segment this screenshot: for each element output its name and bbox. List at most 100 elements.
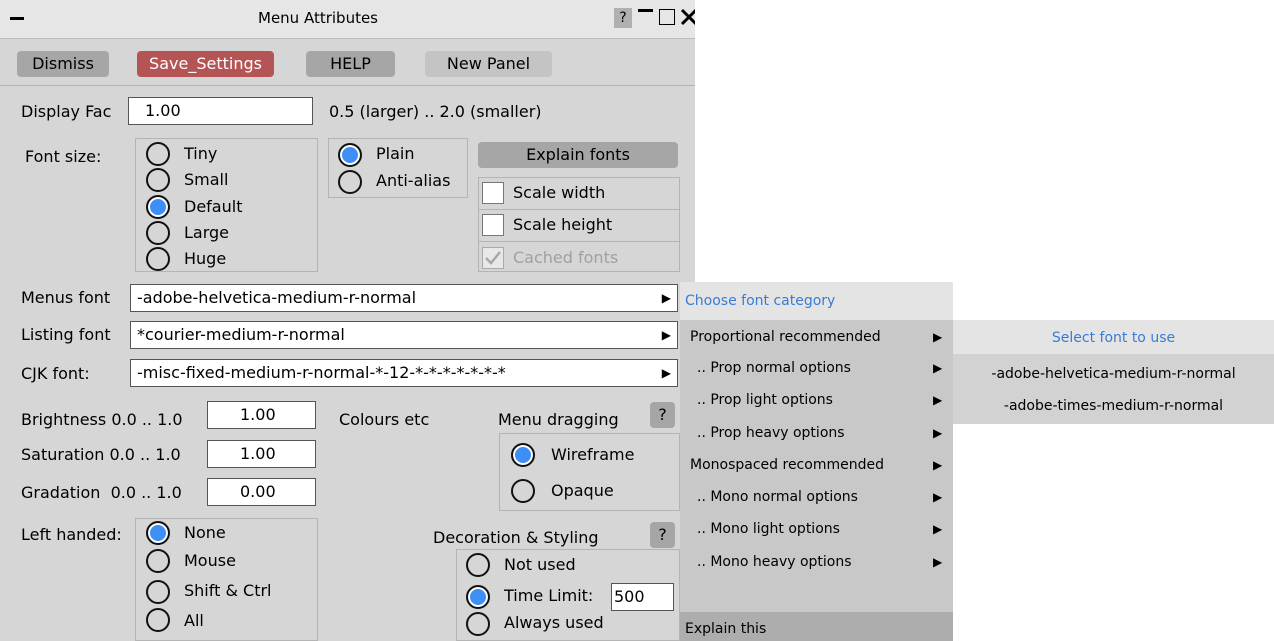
menus-font-field[interactable]: -adobe-helvetica-medium-r-normal ▶ (130, 284, 678, 312)
left-handed-none-label: None (184, 523, 226, 542)
font-size-tiny-radio[interactable] (146, 142, 170, 166)
colours-etc-label: Colours etc (339, 410, 430, 429)
font-option-helvetica[interactable]: -adobe-helvetica-medium-r-normal (953, 366, 1274, 382)
close-icon[interactable] (680, 8, 695, 26)
font-size-large-radio[interactable] (146, 221, 170, 245)
dismiss-button[interactable]: Dismiss (17, 51, 109, 77)
category-item-prop-light[interactable]: .. Prop light options (697, 392, 833, 408)
left-handed-mouse-radio[interactable] (146, 549, 170, 573)
category-item-mono-light[interactable]: .. Mono light options (697, 521, 840, 537)
display-factor-label: Display Fac (21, 102, 112, 121)
gradation-input[interactable]: 0.00 (207, 478, 316, 506)
font-size-small-radio[interactable] (146, 168, 170, 192)
decoration-not-used-radio[interactable] (466, 553, 490, 577)
category-item-prop-heavy[interactable]: .. Prop heavy options (697, 425, 845, 441)
category-item-mono-heavy[interactable]: .. Mono heavy options (697, 554, 852, 570)
brightness-input[interactable]: 1.00 (207, 401, 316, 429)
scale-width-label: Scale width (513, 183, 606, 202)
saturation-input[interactable]: 1.00 (207, 440, 316, 468)
cached-fonts-checkbox (482, 247, 504, 269)
save-settings-button[interactable]: Save_Settings (137, 51, 274, 77)
submenu-arrow-icon: ▶ (933, 490, 943, 504)
render-antialias-label: Anti-alias (376, 171, 451, 190)
left-handed-none-radio[interactable] (146, 521, 170, 545)
render-plain-radio[interactable] (338, 143, 362, 167)
font-select-menu: Select font to use -adobe-helvetica-medi… (953, 320, 1274, 424)
cjk-font-field[interactable]: -misc-fixed-medium-r-normal-*-12-*-*-*-*… (130, 359, 678, 387)
submenu-arrow-icon: ▶ (933, 555, 943, 569)
checkmark-icon (485, 251, 501, 265)
font-category-menu: Choose font category Proportional recomm… (680, 282, 953, 641)
cached-fonts-label: Cached fonts (513, 248, 619, 267)
decoration-always-used-label: Always used (504, 613, 604, 632)
scale-height-checkbox[interactable] (482, 214, 504, 236)
font-option-times[interactable]: -adobe-times-medium-r-normal (953, 398, 1274, 414)
explain-fonts-button[interactable]: Explain fonts (478, 142, 678, 168)
left-handed-mouse-label: Mouse (184, 551, 236, 570)
wireframe-radio[interactable] (511, 443, 535, 467)
opaque-label: Opaque (551, 481, 614, 500)
left-handed-label: Left handed: (21, 525, 122, 544)
category-item-prop-normal[interactable]: .. Prop normal options (697, 360, 851, 376)
listing-font-arrow-icon: ▶ (661, 328, 671, 342)
wireframe-label: Wireframe (551, 445, 635, 464)
category-menu-title: Choose font category (685, 293, 836, 309)
category-item-mono-normal[interactable]: .. Mono normal options (697, 489, 858, 505)
decoration-always-used-radio[interactable] (466, 612, 490, 636)
explain-this-label[interactable]: Explain this (685, 621, 766, 637)
scale-width-checkbox[interactable] (482, 182, 504, 204)
render-antialias-radio[interactable] (338, 170, 362, 194)
saturation-label: Saturation 0.0 .. 1.0 (21, 445, 181, 464)
decoration-label: Decoration & Styling (433, 528, 599, 547)
cjk-font-value: -misc-fixed-medium-r-normal-*-12-*-*-*-*… (137, 363, 506, 382)
category-item-monospaced[interactable]: Monospaced recommended (690, 457, 884, 473)
font-size-huge-label: Huge (184, 249, 227, 268)
left-handed-shift-ctrl-label: Shift & Ctrl (184, 581, 272, 600)
help-button[interactable]: HELP (306, 51, 395, 77)
display-factor-input[interactable]: 1.00 (128, 97, 313, 125)
listing-font-value: *courier-medium-r-normal (137, 325, 345, 344)
menu-dragging-help-button[interactable]: ? (650, 402, 675, 428)
font-menu-title: Select font to use (1051, 330, 1176, 346)
category-item-proportional[interactable]: Proportional recommended (690, 329, 881, 345)
listing-font-field[interactable]: *courier-medium-r-normal ▶ (130, 321, 678, 349)
menu-attributes-panel: Menu Attributes ? Dismiss Save_Settings … (0, 0, 695, 641)
decoration-not-used-label: Not used (504, 555, 576, 574)
display-factor-hint: 0.5 (larger) .. 2.0 (smaller) (329, 102, 542, 121)
font-size-small-label: Small (184, 170, 229, 189)
submenu-arrow-icon: ▶ (933, 458, 943, 472)
opaque-radio[interactable] (511, 479, 535, 503)
decoration-time-limit-radio[interactable] (466, 585, 490, 609)
cjk-font-label: CJK font: (21, 364, 90, 383)
submenu-arrow-icon: ▶ (933, 361, 943, 375)
submenu-arrow-icon: ▶ (933, 330, 943, 344)
left-handed-shift-ctrl-radio[interactable] (146, 580, 170, 604)
left-handed-all-radio[interactable] (146, 608, 170, 632)
maximize-icon[interactable] (659, 9, 675, 25)
submenu-arrow-icon: ▶ (933, 426, 943, 440)
font-size-huge-radio[interactable] (146, 247, 170, 271)
font-size-default-radio[interactable] (146, 195, 170, 219)
scale-height-label: Scale height (513, 215, 613, 234)
left-handed-all-label: All (184, 611, 204, 630)
title-help-button[interactable]: ? (614, 8, 632, 28)
decoration-time-limit-label: Time Limit: (504, 586, 594, 605)
decoration-help-button[interactable]: ? (650, 522, 675, 548)
font-size-tiny-label: Tiny (184, 144, 218, 163)
submenu-arrow-icon: ▶ (933, 522, 943, 536)
minimize-icon[interactable] (638, 9, 653, 12)
scale-divider (478, 241, 680, 242)
scale-divider (478, 209, 680, 210)
title-bar: Menu Attributes ? (0, 0, 695, 39)
render-plain-label: Plain (376, 144, 415, 163)
submenu-arrow-icon: ▶ (933, 393, 943, 407)
font-size-label: Font size: (25, 147, 102, 166)
menu-dash-icon[interactable] (10, 17, 24, 20)
menus-font-label: Menus font (21, 288, 111, 307)
time-limit-input[interactable]: 500 (611, 583, 674, 611)
font-size-default-label: Default (184, 197, 243, 216)
font-size-large-label: Large (184, 223, 230, 242)
gradation-label: Gradation 0.0 .. 1.0 (21, 483, 182, 502)
new-panel-button[interactable]: New Panel (425, 51, 552, 77)
toolbar-divider (0, 85, 695, 86)
